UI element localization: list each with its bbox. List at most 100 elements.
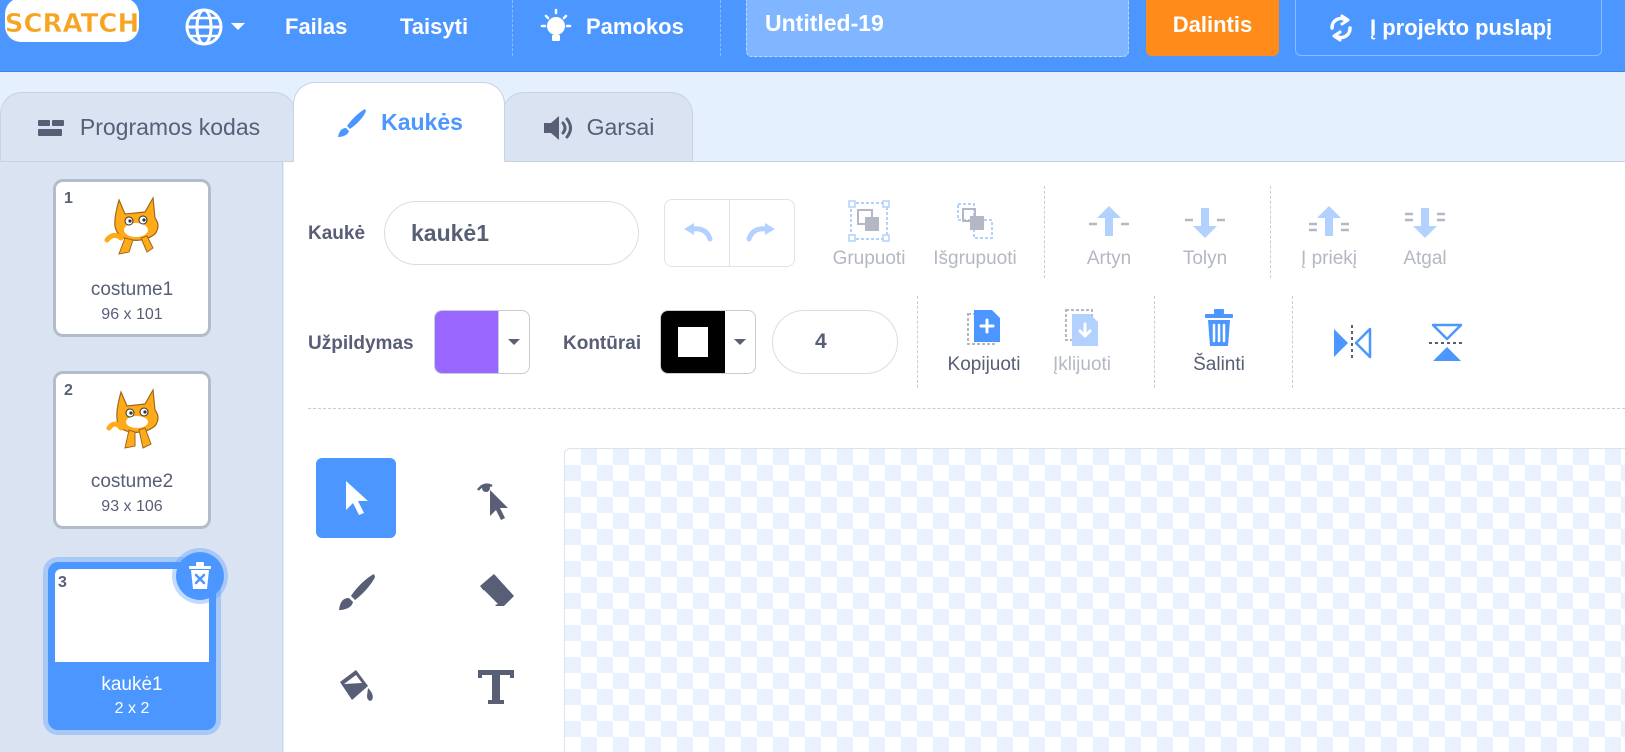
toolbar-divider-horizontal <box>308 408 1625 409</box>
chevron-down-icon <box>231 23 245 30</box>
delete-costume-button[interactable] <box>172 548 228 604</box>
language-menu[interactable] <box>184 5 252 49</box>
edit-menu[interactable]: Taisyti <box>400 5 468 49</box>
costume-size: 93 x 106 <box>101 498 163 515</box>
cat-sprite-thumbnail <box>106 388 159 449</box>
front-button[interactable]: Į priekį <box>1274 192 1384 270</box>
menu-bar: SCRATCH Failas Taisyti Pamokos Untitled-… <box>0 0 1625 72</box>
undo-redo-group <box>664 199 795 267</box>
paint-canvas[interactable] <box>564 448 1625 752</box>
redo-button[interactable] <box>729 200 794 266</box>
costume-size: 2 x 2 <box>114 700 150 717</box>
move-forward-icon <box>1089 206 1129 236</box>
chevron-down-icon <box>508 339 520 345</box>
delete-button[interactable]: Šalinti <box>1164 304 1274 376</box>
costume-name: costume1 <box>90 279 174 300</box>
costume-item[interactable]: 2 costume2 93 x 106 <box>53 371 211 529</box>
flip-vertical-button[interactable] <box>1407 303 1487 383</box>
group-icon <box>848 200 890 242</box>
group-button[interactable]: Grupuoti <box>814 192 924 270</box>
backward-label: Tolyn <box>1182 248 1228 269</box>
costume-item[interactable]: 1 costume1 96 x 101 <box>53 179 211 337</box>
toolbar-divider <box>917 296 918 388</box>
tab-sounds-label: Garsai <box>586 114 655 140</box>
tab-sounds[interactable]: Garsai <box>502 92 693 162</box>
copy-label: Kopijuoti <box>947 354 1021 375</box>
fill-label: Užpildymas <box>308 333 414 354</box>
fill-tool[interactable] <box>316 646 396 726</box>
brush-icon <box>339 574 375 610</box>
toolbar-divider <box>1044 186 1045 278</box>
see-project-page-button[interactable]: Į projekto puslapį <box>1295 0 1602 56</box>
undo-button[interactable] <box>665 200 729 266</box>
costume-number: 1 <box>64 190 73 207</box>
costume-name: kaukė1 <box>101 674 163 695</box>
paint-editor: Kaukė kaukė1 Grupuoti Išgrupuoti Artyn T… <box>284 161 1625 752</box>
back-label: Atgal <box>1403 248 1447 269</box>
tutorials-button[interactable]: Pamokos <box>538 5 684 49</box>
move-backward-icon <box>1185 208 1225 238</box>
paste-icon <box>1065 309 1098 346</box>
outline-width-input[interactable]: 4 <box>772 310 898 374</box>
project-title-input[interactable]: Untitled-19 <box>746 0 1129 57</box>
tutorials-label: Pamokos <box>586 14 684 39</box>
backward-button[interactable]: Tolyn <box>1150 192 1260 270</box>
delete-label: Šalinti <box>1193 354 1245 375</box>
file-menu[interactable]: Failas <box>285 5 347 49</box>
tab-costumes[interactable]: Kaukės <box>293 82 505 162</box>
front-label: Į priekį <box>1301 248 1357 269</box>
ungroup-label: Išgrupuoti <box>933 248 1017 269</box>
fill-color-picker[interactable] <box>434 310 530 374</box>
outline-label: Kontūrai <box>563 333 642 354</box>
tab-costumes-label: Kaukės <box>381 109 463 135</box>
text-tool[interactable] <box>456 646 536 726</box>
swap-arrows-icon <box>1330 14 1352 41</box>
eraser-tool[interactable] <box>456 552 536 632</box>
text-icon <box>478 670 514 704</box>
costume-number: 2 <box>64 382 73 399</box>
redo-icon <box>746 223 775 242</box>
globe-icon <box>185 8 223 46</box>
costume-name-label: Kaukė <box>308 223 366 244</box>
costume-size: 96 x 101 <box>101 306 163 323</box>
select-tool[interactable] <box>316 458 396 538</box>
paint-bucket-icon <box>340 670 373 701</box>
brush-tool[interactable] <box>316 552 396 632</box>
copy-icon <box>967 310 1000 345</box>
costume-number: 3 <box>58 574 67 591</box>
costume-name-input[interactable]: kaukė1 <box>384 201 639 265</box>
trash-icon <box>189 562 211 589</box>
see-project-page-label: Į projekto puslapį <box>1370 14 1553 40</box>
speaker-icon <box>543 115 572 140</box>
copy-button[interactable]: Kopijuoti <box>929 304 1039 376</box>
back-button[interactable]: Atgal <box>1370 192 1480 270</box>
flip-horizontal-button[interactable] <box>1312 303 1392 383</box>
costume-name: costume2 <box>90 471 174 492</box>
cat-sprite-thumbnail <box>104 196 159 255</box>
group-label: Grupuoti <box>832 248 906 269</box>
paste-button[interactable]: Įklijuoti <box>1027 304 1137 376</box>
outline-color-swatch <box>661 311 725 373</box>
logo-text: SCRATCH <box>5 9 140 39</box>
flip-horizontal-icon <box>1334 325 1372 361</box>
costume-list: 1 costume1 96 x 101 2 costume2 93 x 106 <box>0 161 283 752</box>
ungroup-icon <box>957 203 993 239</box>
paste-label: Įklijuoti <box>1052 354 1112 375</box>
outline-color-picker[interactable] <box>660 310 756 374</box>
forward-label: Artyn <box>1086 248 1132 269</box>
send-to-back-icon <box>1405 208 1445 238</box>
toolbar-divider <box>1270 186 1271 278</box>
menu-divider <box>720 0 721 56</box>
forward-button[interactable]: Artyn <box>1054 192 1164 270</box>
code-icon <box>37 119 64 136</box>
tab-code[interactable]: Programos kodas <box>0 92 296 162</box>
scratch-logo[interactable]: SCRATCH <box>3 0 143 48</box>
lightbulb-icon <box>540 8 572 41</box>
reshape-tool[interactable] <box>456 458 536 538</box>
ungroup-button[interactable]: Išgrupuoti <box>920 192 1030 270</box>
tab-code-label: Programos kodas <box>79 114 261 140</box>
undo-icon <box>684 223 713 242</box>
share-button[interactable]: Dalintis <box>1146 0 1279 56</box>
trash-icon <box>1205 309 1233 346</box>
toolbar-divider <box>1154 296 1155 388</box>
